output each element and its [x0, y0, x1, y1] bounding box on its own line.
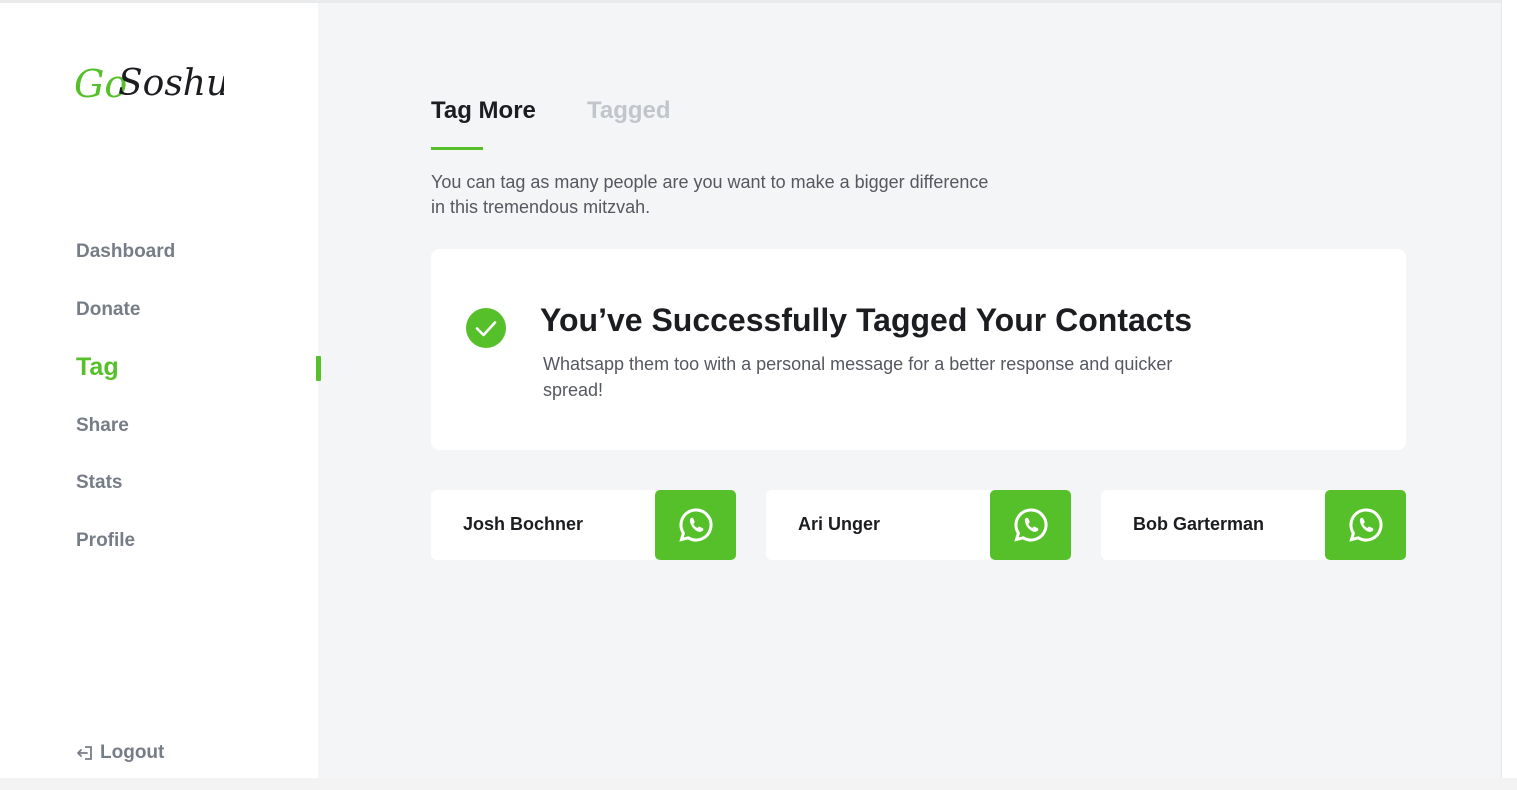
contact-card: Bob Garterman — [1101, 490, 1406, 560]
sidebar-item-share[interactable]: Share — [76, 415, 129, 437]
whatsapp-icon — [678, 508, 712, 542]
active-nav-indicator — [316, 356, 321, 381]
success-title: You’ve Successfully Tagged Your Contacts — [540, 302, 1193, 338]
contact-card: Josh Bochner — [431, 490, 736, 560]
intro-text: You can tag as many people are you want … — [431, 172, 989, 217]
success-card — [431, 249, 1406, 450]
sidebar-item-stats[interactable]: Stats — [76, 472, 122, 494]
whatsapp-button[interactable] — [990, 490, 1071, 560]
logout-label: Logout — [100, 742, 165, 763]
active-tab-underline — [431, 147, 483, 150]
sidebar-item-donate[interactable]: Donate — [76, 299, 140, 321]
sidebar-item-profile[interactable]: Profile — [76, 530, 135, 552]
sidebar-item-dashboard[interactable]: Dashboard — [76, 241, 175, 263]
sidebar-item-tag[interactable]: Tag — [76, 353, 119, 382]
svg-text:Soshul: Soshul — [118, 63, 224, 104]
whatsapp-button[interactable] — [1325, 490, 1406, 560]
whatsapp-button[interactable] — [655, 490, 736, 560]
logout-button[interactable]: Logout — [76, 742, 164, 764]
check-circle-icon — [466, 308, 506, 348]
logout-icon — [77, 746, 92, 760]
tab-tag-more[interactable]: Tag More — [431, 97, 536, 125]
contact-name: Bob Garterman — [1133, 514, 1265, 534]
whatsapp-icon — [1348, 508, 1382, 542]
contact-name: Ari Unger — [798, 514, 881, 534]
window-right-edge — [1501, 0, 1517, 790]
whatsapp-icon — [1013, 508, 1047, 542]
contact-card: Ari Unger — [766, 490, 1071, 560]
sidebar: Go Soshul Dashboard Donate Tag Share Sta… — [0, 3, 318, 778]
gososhul-logo[interactable]: Go Soshul — [74, 51, 224, 111]
window-bottom-edge — [0, 778, 1517, 790]
success-subtitle: Whatsapp them too with a personal messag… — [543, 354, 1173, 400]
tab-tagged[interactable]: Tagged — [587, 97, 671, 125]
contact-name: Josh Bochner — [463, 514, 584, 534]
app-frame: Go Soshul Dashboard Donate Tag Share Sta… — [0, 0, 1517, 790]
